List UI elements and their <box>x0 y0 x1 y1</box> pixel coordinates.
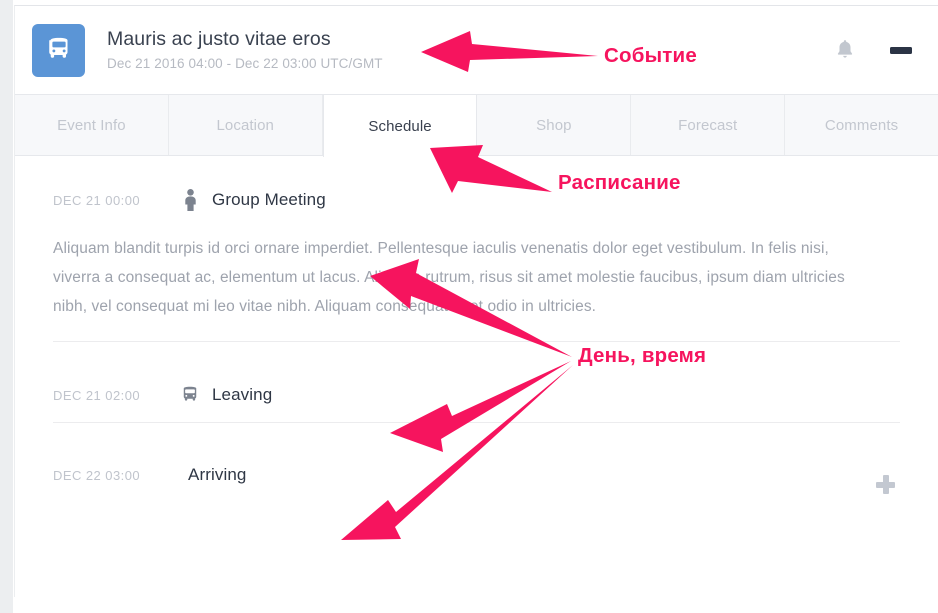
bell-icon[interactable] <box>834 38 856 62</box>
app-root: Mauris ac justo vitae eros Dec 21 2016 0… <box>0 0 938 613</box>
tab-forecast[interactable]: Forecast <box>631 95 786 155</box>
tab-shop[interactable]: Shop <box>477 95 632 155</box>
schedule-row-title: Group Meeting <box>212 190 326 209</box>
tab-location[interactable]: Location <box>169 95 323 155</box>
tab-label: Location <box>216 116 274 134</box>
collapse-card-button[interactable] <box>890 46 912 54</box>
tab-event-info[interactable]: Event Info <box>15 95 169 155</box>
tab-label: Comments <box>824 116 899 134</box>
event-card: Mauris ac justo vitae eros Dec 21 2016 0… <box>14 5 938 597</box>
schedule-row-label-wrap: Group Meeting <box>178 188 876 212</box>
event-daterange: Dec 21 2016 04:00 - Dec 22 03:00 UTC/GMT <box>107 56 383 71</box>
tab-label: Schedule <box>368 117 432 135</box>
tab-label: Shop <box>536 116 572 134</box>
schedule-row[interactable]: DEC 21 02:00 Leaving <box>45 342 908 422</box>
bus-icon <box>32 23 85 77</box>
schedule-row[interactable]: DEC 21 00:00 Group Meeting <box>45 156 908 218</box>
tab-label: Forecast <box>678 116 738 134</box>
page-title: Mauris ac justo vitae eros <box>107 28 331 50</box>
tab-label: Event Info <box>57 116 126 134</box>
bus-icon <box>178 383 202 407</box>
tab-bar: Event Info Location Schedule Shop Foreca… <box>15 95 938 157</box>
header-actions <box>834 38 918 62</box>
person-icon <box>178 188 202 212</box>
schedule-row-time: DEC 21 00:00 <box>53 192 141 208</box>
schedule-list: DEC 21 00:00 Group Meeting Aliquam bland… <box>15 156 938 501</box>
schedule-row-time: DEC 21 02:00 <box>53 387 141 403</box>
schedule-row-title: Leaving <box>212 385 273 404</box>
schedule-row-label-wrap: Arriving <box>178 463 876 487</box>
event-header: Mauris ac justo vitae eros Dec 21 2016 0… <box>15 6 938 95</box>
tab-schedule[interactable]: Schedule <box>322 95 478 157</box>
schedule-row[interactable]: DEC 22 03:00 Arriving <box>45 423 908 501</box>
schedule-row-time: DEC 22 03:00 <box>53 467 141 483</box>
schedule-row-title: Arriving <box>188 465 247 484</box>
tab-comments[interactable]: Comments <box>785 95 938 155</box>
schedule-row-body: Aliquam blandit turpis id orci ornare im… <box>53 240 845 315</box>
schedule-row-label-wrap: Leaving <box>178 383 876 407</box>
event-header-text: Mauris ac justo vitae eros Dec 21 2016 0… <box>107 26 834 74</box>
